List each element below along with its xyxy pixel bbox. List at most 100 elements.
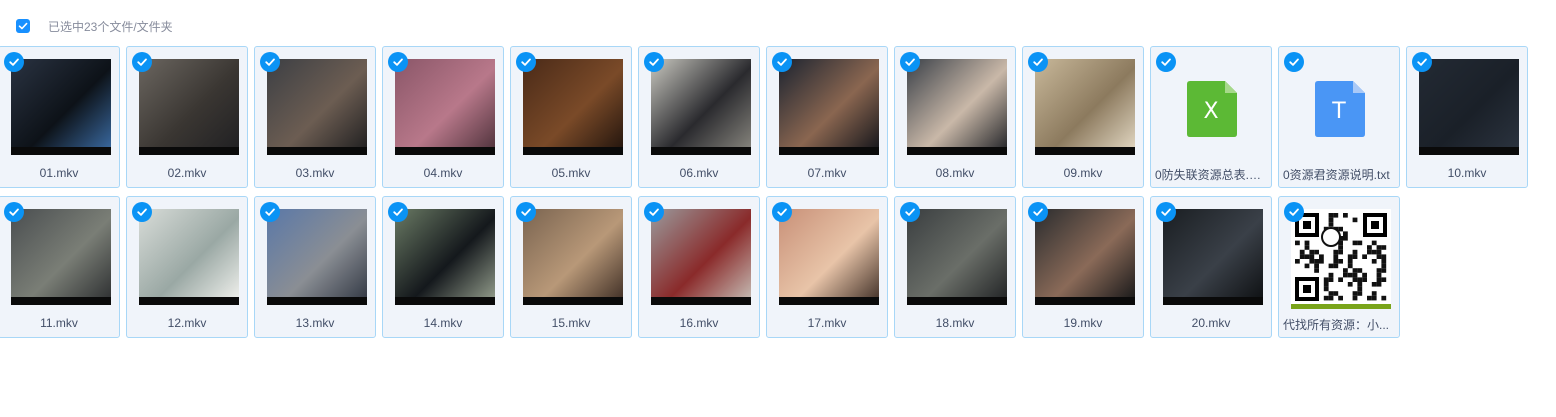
selected-checkbox[interactable] (1028, 52, 1048, 72)
selected-checkbox[interactable] (388, 202, 408, 222)
qr-color-bar (1291, 304, 1391, 309)
selected-checkbox[interactable] (644, 202, 664, 222)
selected-checkbox[interactable] (1284, 202, 1304, 222)
file-tile[interactable]: 20.mkv (1150, 196, 1272, 338)
file-tile[interactable]: T 0资源君资源说明.txt (1278, 46, 1400, 188)
check-icon (649, 58, 659, 66)
file-tile[interactable]: 04.mkv (382, 46, 504, 188)
selected-checkbox[interactable] (900, 202, 920, 222)
selected-checkbox[interactable] (260, 202, 280, 222)
video-thumbnail (523, 59, 623, 155)
check-icon (393, 208, 403, 216)
video-thumbnail (779, 59, 879, 155)
selected-checkbox[interactable] (260, 52, 280, 72)
file-tile[interactable]: 16.mkv (638, 196, 760, 338)
check-icon (777, 208, 787, 216)
file-tile[interactable]: 09.mkv (1022, 46, 1144, 188)
video-thumbnail (11, 209, 111, 305)
video-thumbnail (395, 59, 495, 155)
selected-checkbox[interactable] (772, 202, 792, 222)
video-thumbnail (11, 59, 111, 155)
file-name: 18.mkv (935, 316, 975, 330)
file-tile[interactable]: 05.mkv (510, 46, 632, 188)
selected-checkbox[interactable] (516, 52, 536, 72)
video-thumbnail (907, 209, 1007, 305)
file-tile[interactable]: 07.mkv (766, 46, 888, 188)
video-thumbnail (267, 59, 367, 155)
file-name: 19.mkv (1063, 316, 1103, 330)
select-all-checkbox[interactable] (16, 19, 30, 33)
file-tile[interactable]: 17.mkv (766, 196, 888, 338)
file-tile[interactable]: 06.mkv (638, 46, 760, 188)
selection-count-label: 已选中23个文件/文件夹 (48, 19, 173, 34)
svg-text:X: X (1203, 99, 1218, 124)
check-icon (1161, 208, 1171, 216)
check-icon (9, 208, 19, 216)
check-icon (905, 58, 915, 66)
file-name: 05.mkv (551, 166, 591, 180)
file-tile[interactable]: 08.mkv (894, 46, 1016, 188)
selected-checkbox[interactable] (4, 202, 24, 222)
file-name: 08.mkv (935, 166, 975, 180)
file-tile[interactable]: 10.mkv (1406, 46, 1528, 188)
check-icon (521, 208, 531, 216)
file-tile[interactable]: 11.mkv (0, 196, 120, 338)
video-thumbnail (1035, 209, 1135, 305)
selected-checkbox[interactable] (1156, 202, 1176, 222)
selected-checkbox[interactable] (388, 52, 408, 72)
selected-checkbox[interactable] (1284, 52, 1304, 72)
file-tile[interactable]: 13.mkv (254, 196, 376, 338)
selected-checkbox[interactable] (132, 202, 152, 222)
selected-checkbox[interactable] (132, 52, 152, 72)
check-icon (137, 58, 147, 66)
file-tile[interactable]: 代找所有资源：小... (1278, 196, 1400, 338)
file-tile[interactable]: X 0防失联资源总表.xlsx (1150, 46, 1272, 188)
selected-checkbox[interactable] (516, 202, 536, 222)
file-name: 15.mkv (551, 316, 591, 330)
check-icon (393, 58, 403, 66)
check-icon (1033, 208, 1043, 216)
selected-checkbox[interactable] (1412, 52, 1432, 72)
selected-checkbox[interactable] (772, 52, 792, 72)
file-name: 12.mkv (167, 316, 207, 330)
file-name: 13.mkv (295, 316, 335, 330)
selected-checkbox[interactable] (1028, 202, 1048, 222)
check-icon (137, 208, 147, 216)
video-thumbnail (651, 209, 751, 305)
check-icon (1033, 58, 1043, 66)
check-icon (649, 208, 659, 216)
video-thumbnail (1035, 59, 1135, 155)
file-name: 代找所有资源：小... (1283, 318, 1390, 332)
file-name: 04.mkv (423, 166, 463, 180)
file-tile[interactable]: 15.mkv (510, 196, 632, 338)
file-name: 0资源君资源说明.txt (1283, 168, 1390, 182)
file-tile[interactable]: 01.mkv (0, 46, 120, 188)
file-tile[interactable]: 19.mkv (1022, 196, 1144, 338)
video-thumbnail (907, 59, 1007, 155)
selected-checkbox[interactable] (644, 52, 664, 72)
video-thumbnail (139, 209, 239, 305)
selected-checkbox[interactable] (4, 52, 24, 72)
check-icon (265, 58, 275, 66)
file-tile[interactable]: 02.mkv (126, 46, 248, 188)
file-name: 20.mkv (1191, 316, 1231, 330)
file-name: 0防失联资源总表.xlsx (1155, 168, 1267, 182)
selection-bar: 已选中23个文件/文件夹 (16, 16, 173, 36)
file-tile[interactable]: 03.mkv (254, 46, 376, 188)
video-thumbnail (779, 209, 879, 305)
selected-checkbox[interactable] (1156, 52, 1176, 72)
file-tile[interactable]: 12.mkv (126, 196, 248, 338)
file-tile[interactable]: 14.mkv (382, 196, 504, 338)
check-icon (1289, 58, 1299, 66)
check-icon (905, 208, 915, 216)
file-name: 16.mkv (679, 316, 719, 330)
check-icon (521, 58, 531, 66)
video-thumbnail (651, 59, 751, 155)
selected-checkbox[interactable] (900, 52, 920, 72)
check-icon (777, 58, 787, 66)
file-name: 07.mkv (807, 166, 847, 180)
file-tile[interactable]: 18.mkv (894, 196, 1016, 338)
text-file-icon: T (1315, 81, 1365, 137)
file-name: 01.mkv (39, 166, 79, 180)
svg-text:T: T (1331, 99, 1346, 124)
